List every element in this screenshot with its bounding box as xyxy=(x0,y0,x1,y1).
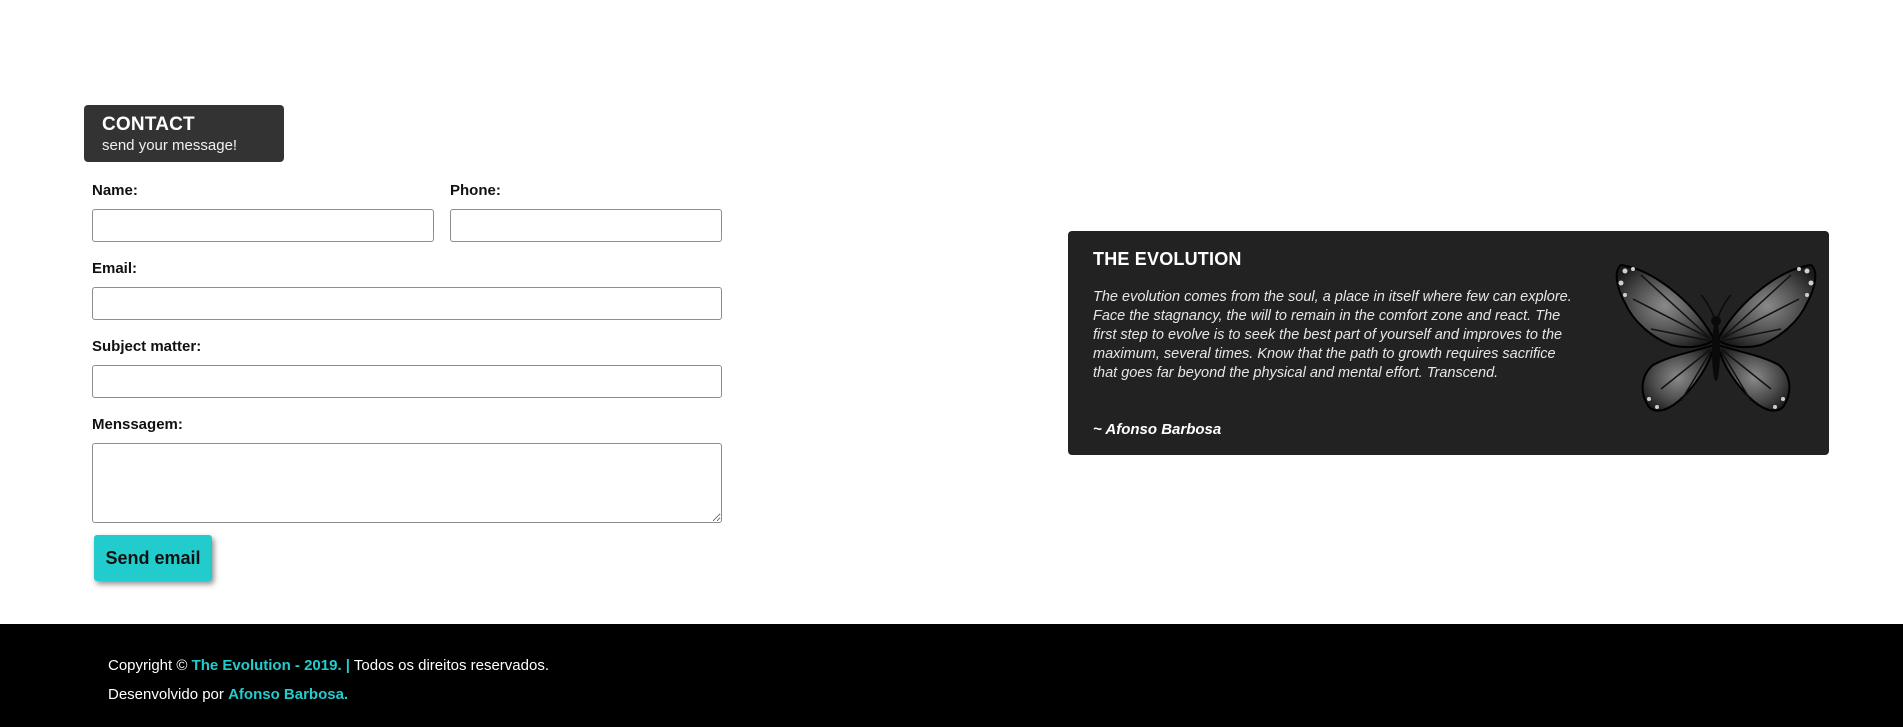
phone-label: Phone: xyxy=(450,182,501,199)
contact-title: CONTACT xyxy=(102,114,195,135)
subject-label: Subject matter: xyxy=(92,338,202,355)
contact-subtitle: send your message! xyxy=(102,137,238,154)
developed-by-text: Desenvolvido por xyxy=(108,686,224,703)
copyright-prefix: Copyright © xyxy=(108,657,188,674)
developer-link[interactable]: Afonso Barbosa. xyxy=(228,686,348,703)
message-textarea[interactable] xyxy=(92,443,722,523)
evolution-author: ~ Afonso Barbosa xyxy=(1093,421,1222,438)
send-email-button[interactable]: Send email xyxy=(94,535,212,581)
email-input[interactable] xyxy=(92,287,722,320)
site-name-link[interactable]: The Evolution - 2019. | xyxy=(192,657,350,674)
name-input[interactable] xyxy=(92,209,434,242)
butterfly-icon xyxy=(1615,263,1817,412)
evolution-card: THE EVOLUTION The evolution comes from t… xyxy=(1068,231,1829,455)
phone-input[interactable] xyxy=(450,209,722,242)
footer-copyright: Copyright © The Evolution - 2019. | Todo… xyxy=(108,657,549,674)
contact-header: CONTACT send your message! xyxy=(84,105,284,162)
message-label: Menssagem: xyxy=(92,416,183,433)
email-label: Email: xyxy=(92,260,138,277)
evolution-title: THE EVOLUTION xyxy=(1093,249,1242,269)
footer-credits: Desenvolvido por Afonso Barbosa. xyxy=(108,686,348,703)
evolution-quote: The evolution comes from the soul, a pla… xyxy=(1093,289,1572,381)
name-label: Name: xyxy=(92,182,138,199)
footer: Copyright © The Evolution - 2019. | Todo… xyxy=(0,624,1903,727)
rights-text: Todos os direitos reservados. xyxy=(353,657,550,674)
subject-input[interactable] xyxy=(92,365,722,398)
